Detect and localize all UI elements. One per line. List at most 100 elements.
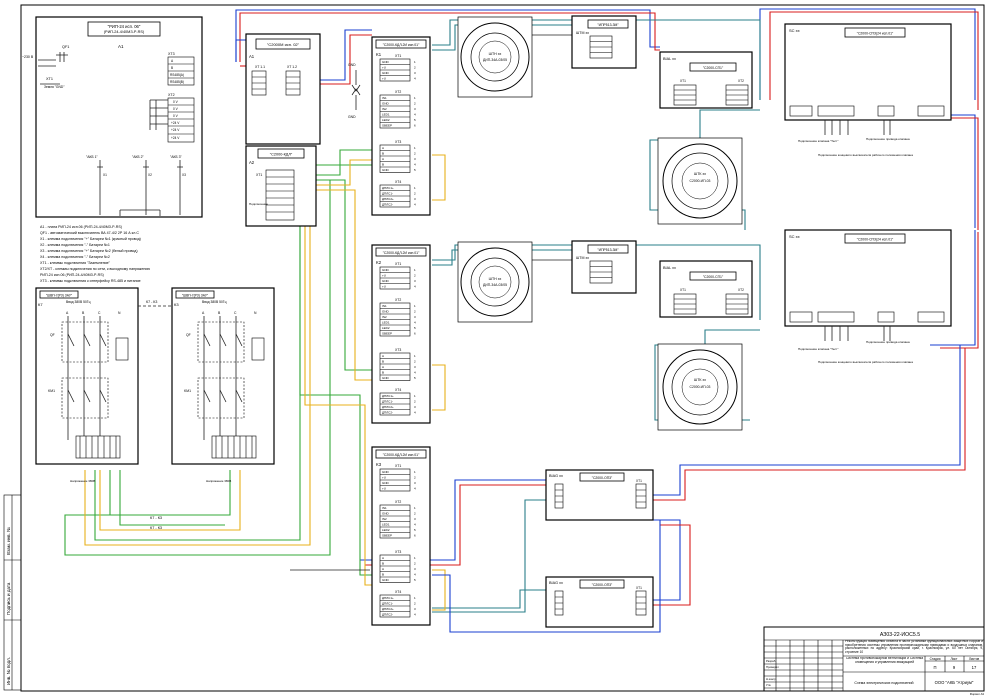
module-k2-frame	[371, 244, 431, 424]
module-k1: "С2000-КДЛ-2И исп.01" K1	[371, 36, 431, 216]
s2000m-xt-right: ХТ 1.2	[287, 65, 297, 69]
legend-line-1: QF1 - автоматический выключатель ВА 47-4…	[40, 231, 139, 235]
qf1-label: QF1	[62, 45, 69, 49]
cabinet-k7-input: Ввод 380В 50Гц	[66, 300, 91, 304]
module-2-xt3-label: ХТ3	[395, 348, 401, 352]
heat-detector-2: ШТК хх С2000-ИП-03	[657, 343, 743, 431]
biag-1-xt: ХТ1	[636, 479, 642, 483]
smoke-detector-2-tag: ШТН хх	[489, 277, 502, 281]
bial-2-tag: BIAL хх	[663, 266, 676, 270]
module-1-xt3-pin: GND	[382, 168, 390, 172]
sig-row-0: Разраб.	[766, 659, 776, 663]
module-1-xt1-pin: +U	[382, 77, 386, 81]
cabinet-k7-qf: QF	[50, 333, 55, 337]
xt3-label: ХТ3	[168, 52, 175, 56]
module-1-xt4-pin: ДПЛС2-	[382, 203, 393, 207]
module-2-xt1-pin: +U	[382, 274, 386, 278]
sc-1-note-0: Подключение клапана "Тест"	[798, 139, 838, 143]
module-3-xt1-label: ХТ1	[395, 464, 401, 468]
heat-detector-1-tag: ШТК хх	[694, 172, 706, 176]
cabinet-k7-id: К7	[38, 302, 43, 307]
side-label-0: Взам. инв. №	[6, 527, 11, 555]
module-k2-id: K2	[376, 260, 382, 265]
mains-label: ~230 В	[22, 55, 34, 59]
cabinet-k7-bottom: Напряжение 380В	[70, 479, 95, 483]
module-2-xt4-pin: ДПЛС2+	[382, 405, 394, 409]
cabinet-k3-title: "ШВП-7(РЗ) ЗАУ"	[182, 294, 209, 298]
sc-2-note-0: Подключение клапана "Тест"	[798, 347, 838, 351]
bial-2-xt1: ХТ1	[680, 288, 686, 292]
legend-line-5: Х4 - клемма подключения "-" Батареи №2	[40, 255, 110, 259]
smoke-detector-1: ШТН хх ДИП-34А-03/05	[457, 16, 533, 98]
bial-1-xt1: ХТ1	[680, 79, 686, 83]
link-label-0: К7 - К3	[146, 300, 157, 304]
module-1-xt2-pin: LED1	[382, 113, 390, 117]
batt-id-0: X1	[103, 173, 107, 177]
biag-2-title: "С2000-ОП3"	[592, 583, 613, 587]
heat-detector-1: ШТК хх С2000-ИП-03	[657, 137, 743, 225]
module-1-xt2-pin: IN1	[382, 96, 387, 100]
ipr-block-2: "ИПР513-3М" ШТМ хх	[571, 240, 637, 294]
xt1-ground-label: ХТ1	[46, 77, 53, 81]
gnd-label-1: GND	[348, 115, 356, 119]
power-unit-id: A1	[118, 44, 124, 49]
module-k2: "С2000-КДЛ-2И исп.01" K2	[371, 244, 431, 424]
module-k3-frame	[371, 446, 431, 626]
module-2-xt1-pin: +U	[382, 285, 386, 289]
module-1-xt1-pin: GND	[382, 60, 390, 64]
module-2-xt2-pin: IN1	[382, 304, 387, 308]
legend-line-9: ХТ3 - клеммы подключения к интерфейсу RS…	[40, 279, 141, 283]
power-unit-subtitle: (РИП-24-4/40МЗ-Р-RS)	[104, 30, 145, 34]
s2000m-xt-left: ХТ 1.1	[255, 65, 265, 69]
biag-block-1: BIAG хх "С2000-ОП3" ХТ1	[545, 469, 654, 521]
project-title: Реконструкция помещения объекта в части …	[845, 640, 983, 654]
kdl-block: "С2000-КДЛ" A2 ХТ1 Подключение	[245, 145, 317, 227]
link-label-2: К7 - К3	[150, 526, 162, 530]
power-unit-a1: "РИП-24 исп. 06" (РИП-24-4/40МЗ-Р-RS) A1…	[22, 16, 203, 218]
module-1-xt2-pin: IN2	[382, 107, 387, 111]
bial-1-title: "С2000-СП1"	[703, 66, 724, 70]
smoke-detector-2-model: ДИП-34А-03/05	[483, 283, 507, 287]
cabinet-k3-qf: QF	[186, 333, 191, 337]
bial-1-tag: BIAL хх	[663, 57, 676, 61]
bial-2-xt2: ХТ2	[738, 288, 744, 292]
sc-2-note-2: Подключение привода клапана	[866, 340, 910, 344]
module-3-xt3-pin: В	[382, 573, 384, 577]
cabinet-k3: "ШВП-7(РЗ) ЗАУ" К3 Ввод 380В 50Гц А В С …	[171, 287, 275, 483]
module-k1-title: "С2000-КДЛ-2И исп.01"	[383, 43, 420, 47]
module-2-xt4-label: ХТ4	[395, 388, 401, 392]
kdl-xt: ХТ1	[256, 173, 262, 177]
biag-1-tag: BIAG хх	[549, 474, 563, 478]
batt-label-1: "АКБ 2"	[132, 155, 144, 159]
sc-2-note-1: Подключение концевого выключателя рабоче…	[818, 360, 913, 364]
module-1-xt1-pin: +U	[382, 66, 386, 70]
cabinet-k3-bottom: Напряжение 380В	[206, 479, 231, 483]
sc-2-title: "С2000-СПЗ(24 исп.01"	[857, 238, 894, 242]
module-k2-title: "С2000-КДЛ-2И исп.01"	[383, 251, 420, 255]
sc-1-title: "С2000-СПЗ(24 исп.01"	[857, 32, 894, 36]
module-2-xt3-pin: А	[382, 365, 384, 369]
module-1-xt2-pin: LED2	[382, 118, 390, 122]
sc-1-note-1: Подключение концевого выключателя рабоче…	[818, 153, 913, 157]
ipr-block-2-tag: ШТМ хх	[576, 256, 589, 260]
biag-2-xt: ХТ1	[636, 586, 642, 590]
module-1-xt3-label: ХТ3	[395, 140, 401, 144]
ipr-block-1-title: "ИПР513-3М"	[597, 23, 619, 27]
sheets-label: Листов	[969, 657, 980, 661]
module-3-xt2-pin: GND	[382, 512, 390, 516]
link-label-1: К7 - К3	[150, 516, 162, 520]
module-1-xt2-pin: GND	[382, 102, 390, 106]
module-2-xt2-pin: GND	[382, 310, 390, 314]
module-2-xt2-pin: LED1	[382, 321, 390, 325]
heat-detector-1-model: С2000-ИП-03	[690, 179, 711, 183]
stage-value: П	[933, 665, 936, 670]
module-2-xt3-pin: А	[382, 354, 384, 358]
module-k3-title: "С2000-КДЛ-2И исп.01"	[383, 453, 420, 457]
module-1-xt1-label: ХТ1	[395, 54, 401, 58]
kdl-note: Подключение	[249, 202, 268, 206]
module-3-xt4-pin: ДПЛС2+	[382, 607, 394, 611]
gnd-label-0: GND	[348, 63, 356, 67]
xt2-pin-5: +24 V	[171, 136, 180, 140]
sheet-title: Система противопожарной вентиляции и Сис…	[845, 657, 924, 664]
module-1-xt3-pin: А	[382, 146, 384, 150]
